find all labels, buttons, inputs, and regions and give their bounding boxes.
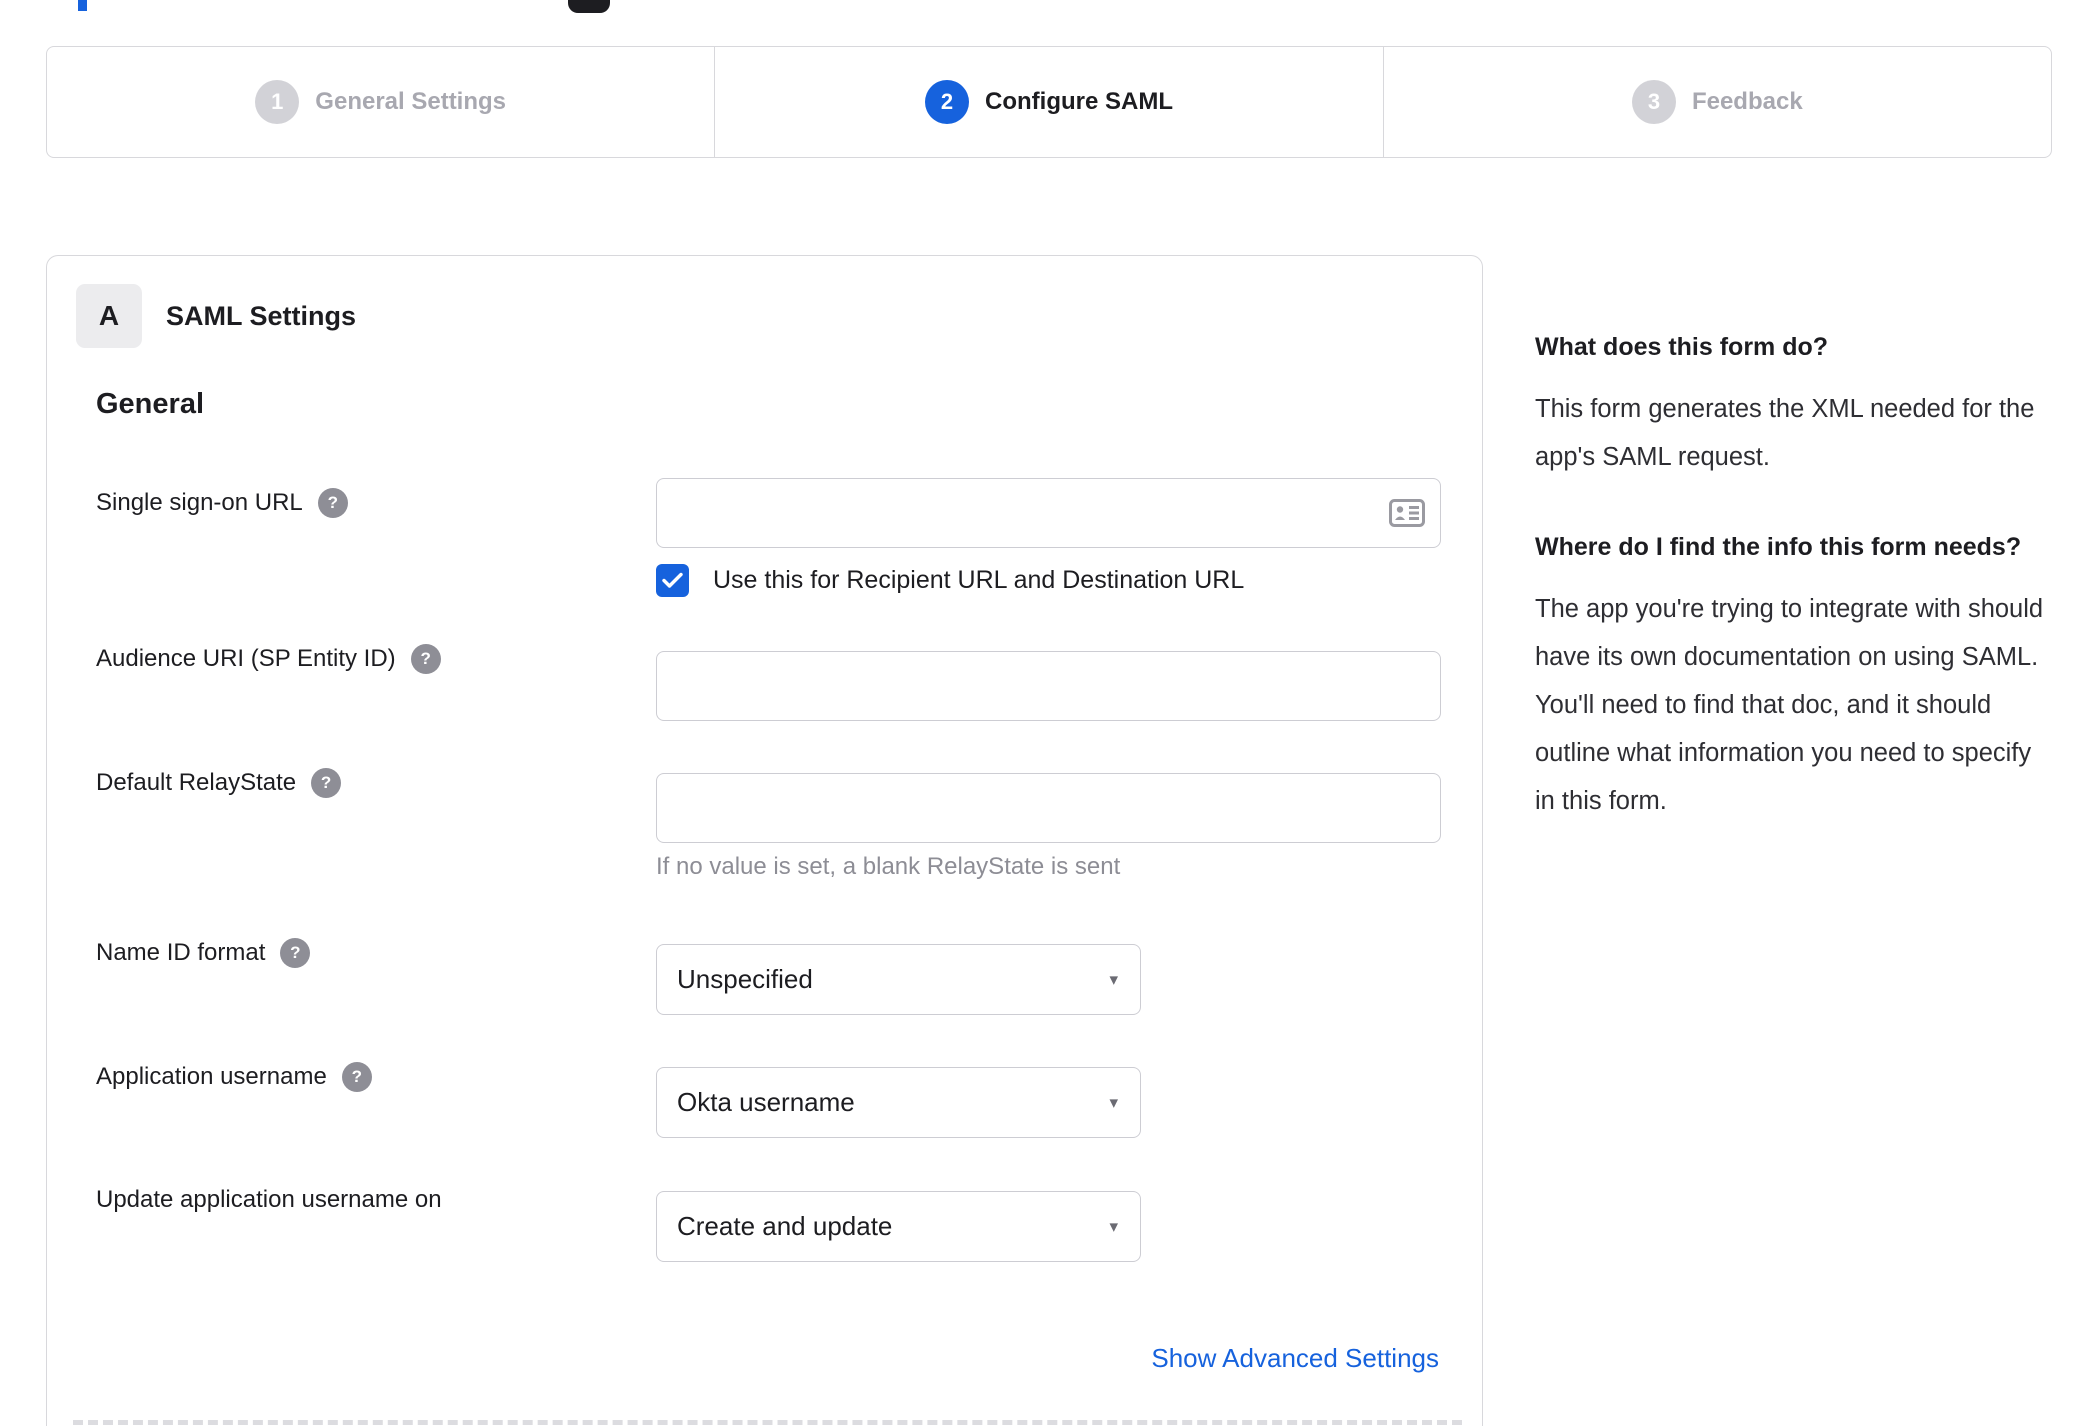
step-3-label: Feedback <box>1691 88 1803 115</box>
sso-url-label-row: Single sign-on URL ? <box>96 488 348 518</box>
audience-uri-label: Audience URI (SP Entity ID) <box>96 645 396 672</box>
clipped-header-fragment-dark <box>568 0 610 13</box>
help-icon[interactable]: ? <box>311 768 342 798</box>
help-icon[interactable]: ? <box>280 938 311 968</box>
sidebar-body-text: The app you're trying to integrate with … <box>1535 595 2044 815</box>
update-app-username-label: Update application username on <box>96 1186 442 1213</box>
step-3-number-badge: 3 <box>1631 80 1676 124</box>
application-username-label: Application username <box>96 1063 327 1090</box>
help-icon[interactable]: ? <box>341 1062 372 1092</box>
checkmark-icon <box>662 572 683 588</box>
section-title: SAML Settings <box>166 300 357 331</box>
step-1-label: General Settings <box>315 88 507 115</box>
update-app-username-label-row: Update application username on <box>96 1186 442 1214</box>
wizard-stepper: 1 General Settings 2 Configure SAML 3 Fe… <box>46 46 2052 158</box>
recipient-url-checkbox-label[interactable]: Use this for Recipient URL and Destinati… <box>713 566 1244 595</box>
step-1-number-badge: 1 <box>255 80 300 124</box>
sso-url-input[interactable] <box>656 478 1441 548</box>
caret-down-icon: ▾ <box>1109 1216 1118 1236</box>
clipped-header-fragment-blue <box>78 0 87 11</box>
section-a-badge: A <box>76 284 142 348</box>
update-app-username-value: Create and update <box>677 1211 893 1241</box>
step-2-label: Configure SAML <box>985 88 1173 115</box>
dashed-section-divider <box>73 1420 1462 1425</box>
sidebar-heading: Where do I find the info this form needs… <box>1535 533 2022 561</box>
caret-down-icon: ▾ <box>1109 969 1118 989</box>
sso-url-input-wrap <box>656 478 1441 548</box>
recipient-url-checkbox[interactable] <box>656 564 689 597</box>
sso-url-label: Single sign-on URL <box>96 489 303 516</box>
default-relaystate-hint: If no value is set, a blank RelayState i… <box>656 853 1121 880</box>
default-relaystate-input[interactable] <box>656 773 1441 843</box>
step-general-settings[interactable]: 1 General Settings <box>47 47 714 157</box>
default-relaystate-label: Default RelayState <box>96 769 297 796</box>
sidebar-heading: What does this form do? <box>1535 333 1829 361</box>
application-username-label-row: Application username ? <box>96 1062 372 1092</box>
step-configure-saml[interactable]: 2 Configure SAML <box>714 47 1382 157</box>
name-id-format-label-row: Name ID format ? <box>96 938 311 968</box>
show-advanced-settings-link[interactable]: Show Advanced Settings <box>1151 1343 1439 1374</box>
name-id-format-label: Name ID format <box>96 939 266 966</box>
help-sidebar: What does this form do? This form genera… <box>1535 325 2047 869</box>
name-id-format-select[interactable]: Unspecified ▾ <box>656 944 1141 1015</box>
general-group-title: General <box>96 388 204 420</box>
update-app-username-select[interactable]: Create and update ▾ <box>656 1191 1141 1262</box>
saml-settings-panel: A SAML Settings General Single sign-on U… <box>46 255 1483 1426</box>
sidebar-section-what: What does this form do? This form genera… <box>1535 325 2047 481</box>
help-icon[interactable]: ? <box>410 644 441 674</box>
step-2-number-badge: 2 <box>925 80 969 124</box>
application-username-select[interactable]: Okta username ▾ <box>656 1067 1141 1138</box>
configure-saml-page: 1 General Settings 2 Configure SAML 3 Fe… <box>0 0 2092 1426</box>
sidebar-body-text: This form generates the XML needed for t… <box>1535 395 2035 471</box>
step-feedback[interactable]: 3 Feedback <box>1382 47 2051 157</box>
audience-uri-input[interactable] <box>656 651 1441 721</box>
default-relaystate-label-row: Default RelayState ? <box>96 768 342 798</box>
name-id-format-value: Unspecified <box>677 964 813 994</box>
help-icon[interactable]: ? <box>317 488 348 518</box>
audience-uri-label-row: Audience URI (SP Entity ID) ? <box>96 644 441 674</box>
application-username-value: Okta username <box>677 1087 855 1117</box>
recipient-url-checkbox-row: Use this for Recipient URL and Destinati… <box>656 564 1244 597</box>
sidebar-section-where: Where do I find the info this form needs… <box>1535 525 2047 825</box>
caret-down-icon: ▾ <box>1109 1092 1118 1112</box>
